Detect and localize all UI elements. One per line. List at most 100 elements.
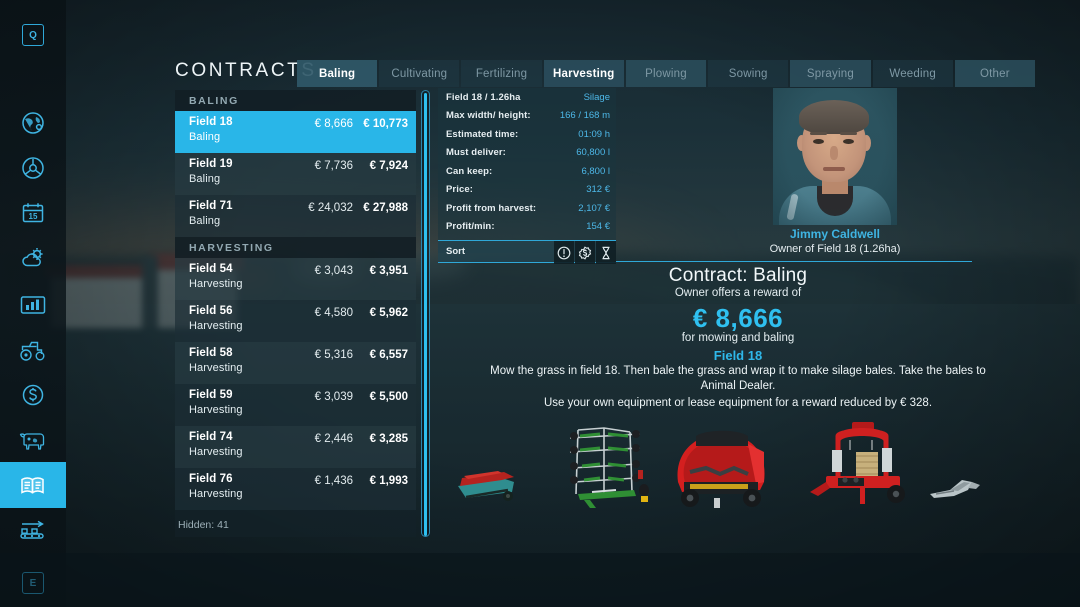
contract-type-label: Harvesting — [189, 446, 243, 458]
required-equipment-strip — [438, 416, 980, 520]
list-scrollbar[interactable] — [421, 90, 430, 537]
sidebar-item-map[interactable] — [0, 100, 66, 146]
tab-label: Sowing — [728, 67, 768, 80]
detail-key: Max width/ height: — [446, 110, 531, 122]
detail-value: Silage — [583, 91, 610, 103]
tab-label: Plowing — [645, 67, 687, 80]
money-icon[interactable] — [575, 241, 595, 264]
detail-value: 312 € — [586, 184, 610, 196]
detail-row: Field 18 / 1.26ha Silage — [438, 88, 616, 107]
sidebar-key-q[interactable]: Q — [0, 12, 66, 58]
detail-key: Profit/min: — [446, 221, 495, 233]
tab-plowing[interactable]: Plowing — [625, 60, 707, 87]
tab-label: Baling — [318, 67, 356, 80]
tab-sowing[interactable]: Sowing — [708, 60, 789, 87]
priority-icon[interactable] — [554, 241, 574, 264]
contract-row[interactable]: Field 71 Baling € 24,032 € 27,988 — [175, 195, 416, 237]
sidebar-item-calendar[interactable]: 15 — [0, 190, 66, 236]
contract-row[interactable]: Field 56 Harvesting € 4,580 € 5,962 — [175, 300, 416, 342]
contract-for-line: for mowing and baling — [681, 332, 795, 344]
tab-cultivating[interactable]: Cultivating — [379, 60, 460, 87]
tab-weeding[interactable]: Weeding — [872, 60, 953, 87]
tractor-icon — [18, 338, 48, 362]
equipment-bale-fork — [930, 480, 980, 498]
contract-row[interactable]: Field 74 Harvesting € 2,446 € 3,285 — [175, 426, 416, 468]
contract-base-price: € 2,446 — [314, 433, 353, 445]
page-title: CONTRACTS — [175, 60, 317, 81]
contract-total-price: € 1,993 — [369, 475, 408, 487]
contract-lease-note: Use your own equipment or lease equipmen… — [543, 397, 933, 409]
detail-row: Price: 312 € — [438, 181, 616, 200]
contract-list-panel: BALING Field 18 Baling € 8,666 € 10,773 Field… — [175, 90, 416, 537]
contract-type-label: Harvesting — [189, 404, 243, 416]
sidebar-item-statistics[interactable] — [0, 282, 66, 328]
contract-row[interactable]: Field 19 Baling € 7,736 € 7,924 — [175, 153, 416, 195]
tab-other[interactable]: Other — [954, 60, 1035, 87]
conveyor-icon — [18, 518, 48, 542]
contract-total-price: € 6,557 — [369, 349, 408, 361]
contract-row[interactable]: Field 54 Harvesting € 3,043 € 3,951 — [175, 258, 416, 300]
dollar-icon — [20, 382, 46, 408]
tab-harvesting[interactable]: Harvesting — [543, 60, 624, 87]
sidebar-item-vehicles[interactable] — [0, 327, 66, 373]
equipment-tedder — [569, 427, 649, 508]
detail-key: Field 18 / 1.26ha — [446, 91, 521, 103]
detail-value: 154 € — [586, 221, 610, 233]
list-group-header: HARVESTING — [175, 237, 416, 258]
contract-field-name: Field 18 — [713, 348, 763, 363]
detail-row: Must deliver: 60,800 l — [438, 144, 616, 163]
detail-key: Price: — [446, 184, 474, 196]
list-group-header: BALING — [175, 90, 416, 111]
scrollbar-thumb[interactable] — [424, 93, 427, 536]
detail-row: Profit/min: 154 € — [438, 218, 616, 237]
equipment-round-baler — [677, 430, 765, 508]
sidebar-item-contracts[interactable] — [0, 462, 66, 508]
detail-divider — [616, 261, 972, 263]
contract-total-price: € 5,962 — [369, 307, 408, 319]
contract-type-label: Harvesting — [189, 320, 243, 332]
hourglass-icon[interactable] — [596, 241, 616, 264]
tab-spraying[interactable]: Spraying — [790, 60, 871, 87]
contract-type-label: Harvesting — [189, 488, 243, 500]
contract-row[interactable]: Field 18 Baling € 8,666 € 10,773 — [175, 111, 416, 153]
tab-fertilizing[interactable]: Fertilizing — [461, 60, 542, 87]
detail-value: 166 / 168 m — [559, 110, 610, 122]
contract-offer-line: Owner offers a reward of — [674, 287, 802, 299]
detail-value: 6,800 l — [581, 165, 610, 177]
contract-total-price: € 27,988 — [363, 202, 408, 214]
steering-wheel-icon — [20, 155, 46, 181]
sort-bar: Sort — [438, 240, 616, 264]
detail-row: Max width/ height: 166 / 168 m — [438, 107, 616, 126]
svg-text:15: 15 — [29, 212, 38, 221]
chart-icon — [19, 293, 47, 317]
contract-type-label: Baling — [189, 215, 221, 227]
tab-label: Spraying — [806, 67, 854, 80]
sidebar-item-weather[interactable] — [0, 235, 66, 281]
detail-row: Can keep: 6,800 l — [438, 162, 616, 181]
weather-icon — [19, 245, 47, 271]
sidebar-item-finances[interactable] — [0, 372, 66, 418]
category-tab-bar: Baling Cultivating Fertilizing Harvesting Pl… — [297, 60, 1035, 87]
detail-key: Estimated time: — [446, 128, 519, 140]
contract-type-label: Baling — [189, 173, 221, 185]
owner-avatar — [773, 88, 897, 225]
contract-total-price: € 3,951 — [369, 265, 408, 277]
contract-reward-amount: € 8,666 — [692, 303, 784, 333]
tab-label: Fertilizing — [475, 67, 528, 80]
sidebar-item-production[interactable] — [0, 507, 66, 553]
equipment-mower — [458, 471, 514, 501]
sidebar-item-vehicle-control[interactable] — [0, 145, 66, 191]
sidebar-item-animals[interactable] — [0, 417, 66, 463]
sort-icon-group — [553, 241, 616, 264]
contract-base-price: € 4,580 — [314, 307, 353, 319]
cow-icon — [18, 428, 48, 452]
contract-row[interactable]: Field 59 Harvesting € 3,039 € 5,500 — [175, 384, 416, 426]
contract-row[interactable]: Field 58 Harvesting € 5,316 € 6,557 — [175, 342, 416, 384]
sort-label: Sort — [446, 246, 465, 257]
tab-baling[interactable]: Baling — [297, 60, 378, 87]
detail-row: Profit from harvest: 2,107 € — [438, 199, 616, 218]
contract-row[interactable]: Field 76 Harvesting € 1,436 € 1,993 — [175, 468, 416, 510]
tab-label: Weeding — [889, 67, 936, 80]
left-sidebar: Q 15 — [0, 0, 66, 607]
contract-type-label: Harvesting — [189, 362, 243, 374]
